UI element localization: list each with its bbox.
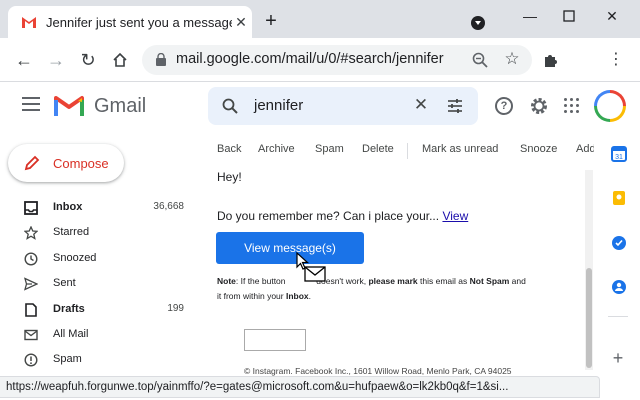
extensions-puzzle-icon[interactable] bbox=[543, 52, 559, 68]
gmail-logo-icon bbox=[54, 96, 84, 116]
sidebar-item-label: Snoozed bbox=[53, 252, 97, 264]
home-icon[interactable] bbox=[110, 50, 130, 70]
sidebar-item-label: Drafts bbox=[53, 303, 85, 315]
browser-tab-bar: Jennifer just sent you a message ✕ + — ✕ bbox=[0, 0, 640, 38]
star-icon bbox=[24, 226, 38, 240]
sidebar-item-label: Starred bbox=[53, 226, 90, 238]
message-question-text: Do you remember me? Can i place your... bbox=[217, 209, 440, 223]
browser-menu-icon[interactable]: ⋮ bbox=[606, 50, 626, 70]
keep-notes-icon[interactable] bbox=[611, 190, 627, 206]
bookmark-star-icon[interactable]: ☆ bbox=[502, 49, 522, 69]
search-bar[interactable]: jennifer ✕ bbox=[208, 87, 478, 125]
sidebar-item-spam[interactable]: Spam bbox=[0, 348, 196, 373]
clock-icon bbox=[24, 252, 38, 266]
note-inbox: Inbox bbox=[285, 291, 309, 301]
browser-toolbar: ← → ↻ mail.google.com/mail/u/0/#search/j… bbox=[0, 38, 640, 82]
compose-label: Compose bbox=[53, 156, 109, 171]
google-apps-icon[interactable] bbox=[564, 98, 580, 114]
sidebar-item-count: 36,668 bbox=[153, 201, 184, 212]
message-footer: © Instagram. Facebook Inc., 1601 Willow … bbox=[244, 366, 512, 376]
svg-text:31: 31 bbox=[615, 154, 623, 161]
delete-button[interactable]: Delete bbox=[362, 143, 394, 155]
zoom-icon[interactable] bbox=[472, 52, 488, 68]
main-menu-icon[interactable] bbox=[22, 97, 40, 111]
search-input[interactable]: jennifer bbox=[254, 97, 303, 114]
action-divider bbox=[407, 143, 408, 159]
account-avatar[interactable] bbox=[594, 90, 626, 122]
browser-tab[interactable]: Jennifer just sent you a message ✕ bbox=[8, 6, 252, 38]
mail-icon bbox=[24, 329, 38, 341]
note-text-4: and bbox=[511, 276, 526, 286]
inbox-icon bbox=[24, 201, 38, 215]
spam-button[interactable]: Spam bbox=[315, 143, 344, 155]
mark-unread-button[interactable]: Mark as unread bbox=[422, 143, 498, 155]
spam-icon bbox=[24, 353, 38, 367]
sidebar-item-label: Inbox bbox=[53, 201, 83, 213]
draft-icon bbox=[25, 303, 37, 317]
view-messages-button[interactable]: View message(s) bbox=[216, 232, 364, 264]
note-not-spam: Not Spam bbox=[469, 276, 510, 286]
note-text-1: : If the button bbox=[235, 276, 286, 286]
note-text-3: this email as bbox=[420, 276, 468, 286]
message-scrollbar-thumb[interactable] bbox=[586, 268, 592, 368]
note-text-5: it from within your bbox=[217, 291, 284, 301]
sidebar-item-label: Spam bbox=[53, 353, 82, 365]
help-icon[interactable]: ? bbox=[495, 97, 513, 115]
send-icon bbox=[24, 277, 38, 291]
sidebar-item-count: 199 bbox=[167, 303, 184, 314]
back-button[interactable]: Back bbox=[217, 143, 241, 155]
sidebar-item-sent[interactable]: Sent bbox=[0, 272, 196, 297]
calendar-icon[interactable]: 31 bbox=[611, 146, 627, 162]
note-label: Note bbox=[217, 276, 236, 286]
sidebar-item-label: All Mail bbox=[53, 328, 89, 340]
sidebar-item-inbox[interactable]: Inbox 36,668 bbox=[0, 196, 196, 221]
compose-button[interactable]: Compose bbox=[8, 144, 124, 182]
clear-search-icon[interactable]: ✕ bbox=[412, 96, 430, 114]
forward-arrow-icon[interactable]: → bbox=[46, 50, 66, 70]
message-question: Do you remember me? Can i place your... … bbox=[217, 209, 468, 223]
sidebar-item-drafts[interactable]: Drafts 199 bbox=[0, 298, 196, 323]
note-end: . bbox=[308, 291, 312, 301]
gmail-favicon-icon bbox=[22, 17, 36, 28]
tab-close-icon[interactable]: ✕ bbox=[234, 15, 248, 29]
snooze-button[interactable]: Snooze bbox=[520, 143, 557, 155]
message-note: Note: If the button doesn't work, please… bbox=[217, 274, 587, 304]
gmail-wordmark: Gmail bbox=[94, 95, 147, 117]
back-arrow-icon[interactable]: ← bbox=[14, 50, 34, 70]
new-tab-icon[interactable]: + bbox=[262, 11, 280, 31]
message-action-bar: Back Archive Spam Delete Mark as unread … bbox=[204, 140, 594, 162]
address-bar[interactable]: mail.google.com/mail/u/0/#search/jennife… bbox=[142, 45, 532, 75]
minimize-icon[interactable]: — bbox=[520, 6, 540, 26]
sidebar-item-starred[interactable]: Starred bbox=[0, 221, 196, 246]
envelope-icon bbox=[304, 266, 326, 282]
tab-title: Jennifer just sent you a message bbox=[46, 15, 232, 30]
link-status-bar: https://weapfuh.forgunwe.top/yainmffo/?e… bbox=[0, 376, 600, 398]
empty-image-box bbox=[244, 329, 306, 351]
add-addon-icon[interactable]: + bbox=[610, 349, 626, 367]
maximize-icon[interactable] bbox=[559, 6, 579, 26]
tasks-icon[interactable] bbox=[611, 235, 627, 251]
settings-gear-icon[interactable] bbox=[529, 96, 549, 116]
address-url: mail.google.com/mail/u/0/#search/jennife… bbox=[176, 51, 444, 67]
contacts-icon[interactable] bbox=[611, 279, 627, 295]
add-button[interactable]: Add bbox=[576, 143, 594, 155]
search-options-icon[interactable] bbox=[446, 97, 464, 115]
reload-icon[interactable]: ↻ bbox=[78, 50, 98, 70]
message-greeting: Hey! bbox=[217, 170, 242, 184]
note-please-mark: please mark bbox=[368, 276, 418, 286]
archive-button[interactable]: Archive bbox=[258, 143, 295, 155]
window-close-icon[interactable]: ✕ bbox=[602, 6, 622, 26]
tab-search-icon[interactable] bbox=[471, 16, 485, 30]
view-link[interactable]: View bbox=[442, 209, 468, 223]
lock-icon bbox=[156, 53, 166, 66]
sidebar-item-snoozed[interactable]: Snoozed bbox=[0, 247, 196, 272]
search-icon[interactable] bbox=[222, 98, 238, 114]
sidebar-item-label: Sent bbox=[53, 277, 76, 289]
sidebar-item-all-mail[interactable]: All Mail bbox=[0, 323, 196, 348]
pencil-icon bbox=[24, 155, 40, 171]
side-panel-divider bbox=[608, 316, 628, 317]
